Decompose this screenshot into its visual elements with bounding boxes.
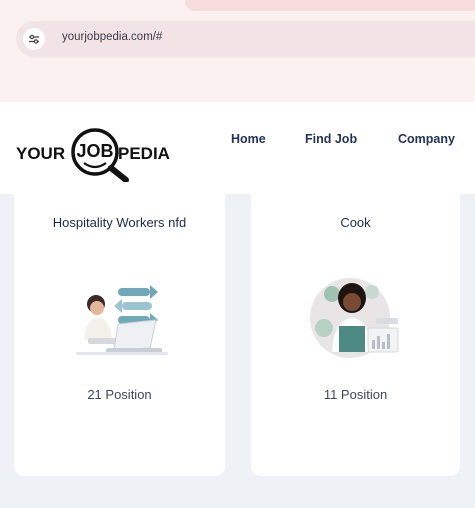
nav-find-job[interactable]: Find Job [305,132,357,146]
category-card-hospitality[interactable]: Hospitality Workers nfd 21 Position [14,194,225,476]
logo-text-pedia: PEDIA [118,144,170,163]
logo-text-job: JOB [76,141,113,161]
category-card-cook[interactable]: Cook 11 Position [251,194,460,476]
url-text: yourjobpedia.com/# [62,31,163,43]
category-title: Cook [340,215,371,230]
logo-smile [83,162,107,169]
position-count: 11 Position [323,387,388,402]
position-count: 21 Position [87,387,152,402]
category-title: Hospitality Workers nfd [52,215,187,230]
woman-with-charts-illustration [309,278,398,358]
logo-magnifier-handle [108,165,129,182]
site-settings-icon[interactable] [23,28,45,50]
browser-tab-strip [185,0,475,11]
nav-company[interactable]: Company [398,132,455,146]
address-bar[interactable]: yourjobpedia.com/# [16,21,475,57]
site-logo[interactable]: YOUR JOB PEDIA [14,122,194,182]
browser-chrome: yourjobpedia.com/# [0,0,475,102]
person-at-laptop-illustration [75,285,168,355]
site-header: YOUR JOB PEDIA [0,102,475,194]
nav-home[interactable]: Home [231,132,266,146]
logo-text-your: YOUR [16,144,65,163]
